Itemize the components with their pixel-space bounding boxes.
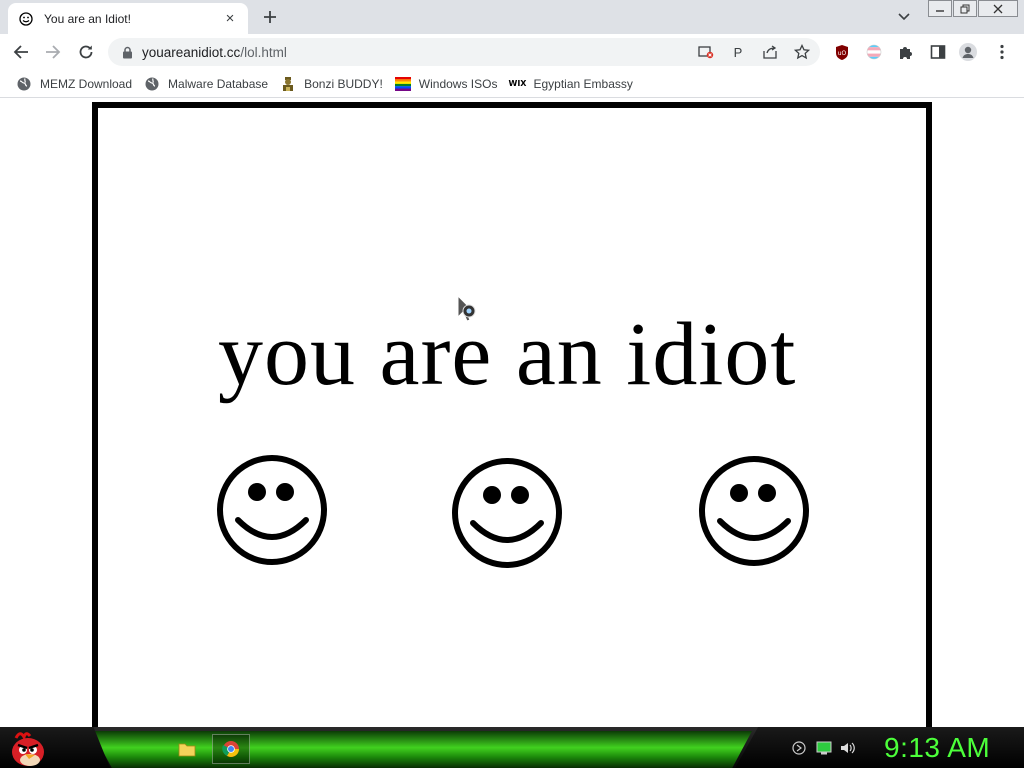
tab-strip: You are an Idiot! × (0, 0, 1024, 34)
taskbar-clock[interactable]: 9:13 AM (884, 732, 990, 764)
reload-icon (79, 45, 93, 59)
new-tab-button[interactable] (258, 6, 282, 30)
share-icon[interactable] (760, 42, 780, 62)
restore-button[interactable] (953, 0, 977, 17)
ublock-origin-icon[interactable]: uO (832, 42, 852, 62)
back-arrow-icon (13, 45, 28, 59)
chrome-icon (222, 741, 239, 757)
bookmark-label: Windows ISOs (418, 76, 498, 91)
tab-title: You are an Idiot! (44, 11, 131, 26)
tray-network-icon[interactable] (791, 740, 807, 756)
side-panel-icon[interactable] (928, 42, 948, 62)
bookmark-bonzi-buddy[interactable]: Bonzi BUDDY! (278, 72, 391, 96)
bookmark-egyptian-embassy[interactable]: WIX Egyptian Embassy (507, 72, 640, 96)
extensions-puzzle-icon[interactable] (896, 42, 916, 62)
smiley-face-icon (217, 455, 327, 565)
bookmarks-bar: MEMZ Download Malware Database Bonzi BUD… (0, 70, 1024, 98)
back-button[interactable] (9, 40, 33, 64)
globe-icon (144, 76, 160, 92)
blocked-popup-icon[interactable] (696, 42, 716, 62)
url-path: /lol.html (240, 44, 287, 60)
url-text[interactable]: youareanidiot.cc/lol.html (142, 45, 287, 60)
tray-monitor-icon[interactable] (816, 740, 832, 756)
minimize-button[interactable] (928, 0, 952, 17)
taskbar-file-explorer[interactable] (170, 734, 204, 764)
url-host: youareanidiot.cc (142, 44, 241, 60)
trans-flag-extension-icon[interactable] (864, 42, 884, 62)
page-headline: you are an idiot (218, 305, 797, 404)
bookmark-label: Malware Database (168, 76, 269, 91)
tray-volume-icon[interactable] (840, 740, 856, 756)
forward-button[interactable] (41, 40, 65, 64)
bonzi-icon (280, 76, 296, 92)
smiley-face-icon (699, 456, 809, 566)
restore-icon (960, 4, 970, 13)
bookmark-memz-download[interactable]: MEMZ Download (14, 72, 140, 96)
folder-icon (178, 743, 196, 757)
menu-kebab-icon[interactable] (992, 42, 1012, 62)
close-icon (993, 4, 1003, 13)
tab-you-are-an-idiot[interactable]: You are an Idiot! × (8, 3, 248, 34)
bookmark-label: Bonzi BUDDY! (304, 76, 383, 91)
taskbar-chrome[interactable] (212, 734, 250, 764)
busy-cursor-icon (457, 295, 476, 322)
chevron-down-icon (898, 13, 910, 21)
bookmark-label: MEMZ Download (40, 76, 133, 91)
globe-icon (16, 76, 32, 92)
pin-p-icon[interactable]: P (728, 42, 748, 62)
smiley-face-icon (452, 458, 562, 568)
profile-avatar-icon[interactable] (958, 42, 978, 62)
angry-bird-start-button-icon[interactable] (8, 728, 48, 768)
lock-icon[interactable] (120, 45, 134, 59)
reload-button[interactable] (74, 40, 98, 64)
bookmark-label: Egyptian Embassy (533, 76, 633, 91)
forward-arrow-icon (46, 45, 61, 59)
tab-search-button[interactable] (894, 8, 914, 26)
tab-close-icon[interactable]: × (222, 10, 238, 27)
taskbar: 9:13 AM (0, 727, 1024, 768)
svg-text:uO: uO (838, 50, 847, 57)
minimize-icon (936, 9, 944, 12)
rainbow-flag-icon (394, 76, 411, 92)
browser-toolbar: youareanidiot.cc/lol.html P uO (0, 34, 1024, 70)
bookmark-star-icon[interactable] (792, 42, 812, 62)
close-window-button[interactable] (978, 0, 1018, 17)
bookmark-malware-database[interactable]: Malware Database (142, 72, 276, 96)
address-bar[interactable]: youareanidiot.cc/lol.html P (108, 38, 820, 66)
bookmark-windows-isos[interactable]: Windows ISOs (393, 72, 506, 96)
wix-mark: WIX (508, 79, 527, 88)
page-content: you are an idiot (0, 99, 1024, 728)
plus-icon (264, 11, 276, 23)
wix-icon: WIX (508, 76, 527, 92)
idiot-frame: you are an idiot (92, 102, 932, 728)
smiley-favicon-icon (18, 11, 34, 27)
